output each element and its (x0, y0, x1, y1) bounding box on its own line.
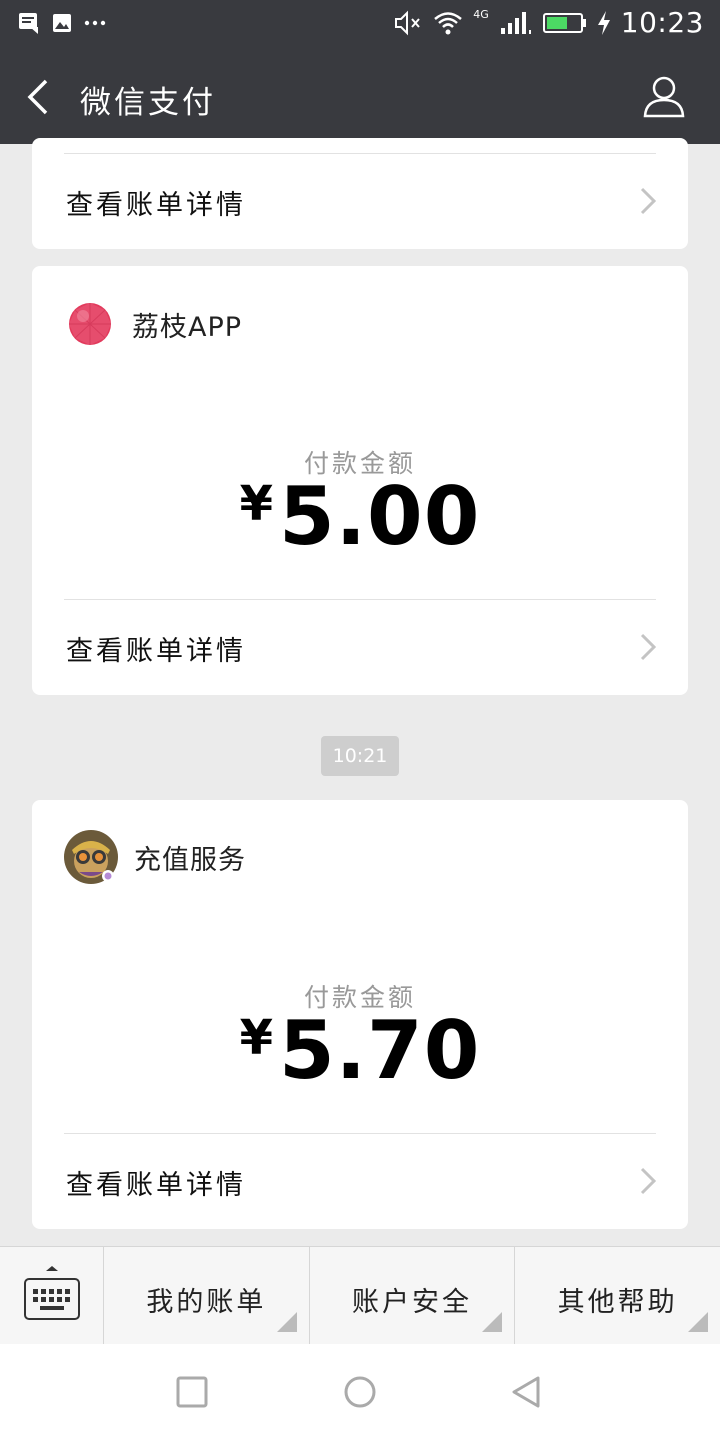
message-icon (19, 13, 38, 34)
signal-icon (500, 11, 531, 34)
page-title: 微信支付 (80, 85, 216, 121)
view-bill-details-label: 查看账单详情 (66, 636, 246, 667)
charging-icon (597, 10, 610, 35)
currency-symbol: ¥ (239, 476, 273, 532)
bottom-menu-bar: 我的账单 账户安全 其他帮助 (0, 1246, 720, 1345)
home-circle-icon[interactable] (342, 1374, 378, 1410)
keyboard-icon (24, 1266, 80, 1320)
network-type: 4G (473, 8, 489, 21)
chevron-right-icon (640, 1167, 656, 1195)
avatar (64, 830, 118, 884)
view-bill-details-label: 查看账单详情 (66, 1170, 246, 1201)
recents-square-icon[interactable] (174, 1374, 210, 1410)
chevron-right-icon (640, 633, 656, 661)
menu-account-security[interactable]: 账户安全 (310, 1247, 516, 1344)
chevron-left-icon[interactable] (24, 78, 54, 116)
payment-card-lizhi: 荔枝APP 付款金额 ¥5.00 查看账单详情 (32, 266, 688, 695)
lizhi-logo-icon (69, 303, 111, 345)
image-icon (53, 14, 71, 32)
submenu-indicator-icon (482, 1312, 503, 1332)
merchant-header: 荔枝APP (68, 302, 242, 346)
merchant-name: 荔枝APP (132, 311, 243, 343)
keyboard-toggle-button[interactable] (0, 1247, 104, 1345)
menu-other-help[interactable]: 其他帮助 (515, 1247, 720, 1344)
status-right: 4G 10:23 (393, 6, 704, 39)
chevron-right-icon (640, 187, 656, 215)
view-bill-details-row[interactable]: 查看账单详情 (32, 153, 688, 249)
payment-amount: ¥5.70 (32, 1004, 688, 1097)
status-left (18, 12, 106, 34)
menu-my-bills[interactable]: 我的账单 (104, 1247, 310, 1344)
mute-icon (395, 10, 421, 35)
merchant-header: 充值服务 (64, 830, 246, 884)
view-bill-details-row[interactable]: 查看账单详情 (32, 1133, 688, 1229)
person-icon[interactable] (642, 74, 686, 118)
submenu-indicator-icon (688, 1312, 709, 1332)
currency-symbol: ¥ (239, 1010, 273, 1066)
wifi-icon (434, 11, 463, 34)
clock: 10:23 (620, 6, 704, 39)
back-triangle-icon[interactable] (508, 1374, 544, 1410)
more-dots-icon (84, 20, 106, 26)
title-bar: 微信支付 (0, 50, 720, 144)
status-bar: 4G 10:23 (0, 0, 720, 50)
view-bill-details-row[interactable]: 查看账单详情 (32, 599, 688, 695)
merchant-name: 充值服务 (134, 844, 246, 876)
battery-icon (542, 12, 586, 33)
system-nav-bar (0, 1344, 720, 1440)
amount-value: 5.00 (279, 470, 481, 563)
message-timestamp: 10:21 (321, 736, 399, 776)
submenu-indicator-icon (276, 1312, 297, 1332)
payment-card-previous: 查看账单详情 (32, 138, 688, 249)
payment-card-recharge: 充值服务 付款金额 ¥5.70 查看账单详情 (32, 800, 688, 1229)
view-bill-details-label: 查看账单详情 (66, 190, 246, 221)
amount-value: 5.70 (279, 1004, 481, 1097)
payment-amount: ¥5.00 (32, 470, 688, 563)
